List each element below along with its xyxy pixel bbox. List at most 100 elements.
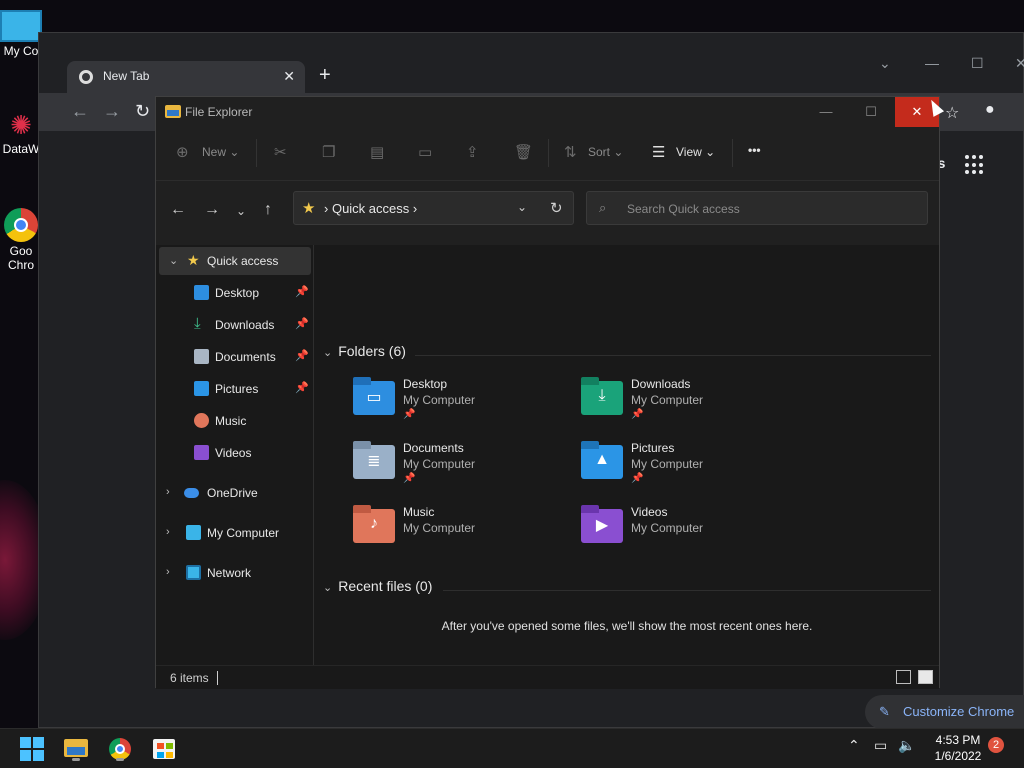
chrome-favicon-icon: [79, 70, 93, 84]
maximize-icon[interactable]: ☐: [849, 97, 893, 127]
copy-icon[interactable]: ❐: [322, 143, 338, 161]
chevron-down-icon[interactable]: ⌄: [169, 254, 178, 267]
pin-icon[interactable]: 📌: [295, 349, 309, 362]
recent-empty-message: After you've opened some files, we'll sh…: [441, 619, 813, 633]
taskbar-store[interactable]: [150, 735, 178, 763]
section-divider: [415, 355, 931, 356]
search-box[interactable]: ⌕ Search Quick access: [586, 191, 928, 225]
sidebar-item-documents[interactable]: Documents 📌: [156, 343, 312, 371]
volume-icon[interactable]: 🔈: [898, 737, 915, 754]
folders-section-header[interactable]: ⌄ Folders (6): [323, 343, 406, 359]
sidebar-item-desktop[interactable]: Desktop 📌: [156, 279, 312, 307]
network-icon[interactable]: ▭: [874, 737, 887, 754]
rename-icon[interactable]: ▭: [418, 143, 434, 161]
clock[interactable]: 4:53 PM 1/6/2022: [930, 732, 986, 764]
customize-chrome-button[interactable]: ✎ Customize Chrome: [865, 695, 1024, 729]
back-icon[interactable]: ←: [170, 201, 186, 219]
taskbar-file-explorer[interactable]: [62, 735, 90, 763]
chevron-right-icon[interactable]: ›: [166, 526, 170, 538]
tiles-view-icon[interactable]: [918, 670, 933, 684]
chevron-down-icon[interactable]: ⌄: [517, 200, 527, 214]
download-icon: ⤓: [194, 315, 201, 332]
minimize-icon[interactable]: —: [804, 97, 848, 127]
view-button[interactable]: View ⌄: [676, 145, 715, 159]
sidebar-item-onedrive[interactable]: › OneDrive: [156, 479, 312, 507]
breadcrumb[interactable]: › Quick access ›: [324, 201, 417, 216]
folder-tile-downloads[interactable]: ⤓ Downloads My Computer 📌: [581, 377, 791, 433]
sidebar-item-pictures[interactable]: Pictures 📌: [156, 375, 312, 403]
desktop-folder-icon: [194, 285, 209, 300]
new-tab-button[interactable]: +: [319, 64, 331, 87]
sort-icon[interactable]: ⇅: [564, 143, 580, 161]
apps-grid-icon[interactable]: [965, 155, 985, 175]
folder-tile-pictures[interactable]: ▲ Pictures My Computer 📌: [581, 441, 791, 497]
desktop-icon-datawrapper[interactable]: ✺ DataW: [0, 110, 42, 156]
chevron-down-icon[interactable]: ⌄: [879, 55, 891, 72]
address-bar[interactable]: ★ › Quick access › ⌄ ↻: [293, 191, 574, 225]
close-icon[interactable]: ✕: [1015, 55, 1024, 72]
monitor-icon: [0, 10, 42, 42]
profile-icon[interactable]: ●: [985, 101, 995, 119]
pin-icon[interactable]: 📌: [295, 317, 309, 330]
sidebar-label: Videos: [215, 446, 252, 460]
sidebar-item-my-computer[interactable]: › My Computer: [156, 519, 312, 547]
new-plus-icon[interactable]: ⊕: [176, 143, 192, 161]
pin-icon[interactable]: 📌: [295, 285, 309, 298]
share-icon[interactable]: ⇪: [466, 143, 482, 161]
folder-tile-music[interactable]: ♪ Music My Computer: [353, 505, 563, 561]
desktop-icon-label-2: Chro: [7, 258, 34, 272]
breadcrumb-label: Quick access: [331, 201, 410, 216]
reload-icon[interactable]: ↻: [135, 101, 150, 122]
running-indicator: [116, 758, 124, 761]
folder-name: Documents: [403, 441, 464, 455]
notification-badge[interactable]: 2: [988, 737, 1004, 753]
pin-icon[interactable]: 📌: [295, 381, 309, 394]
view-icon[interactable]: ☰: [652, 143, 668, 161]
desktop-icon-my-computer[interactable]: My Co: [0, 10, 42, 58]
sidebar-item-videos[interactable]: Videos: [156, 439, 312, 467]
desktop-icon-chrome[interactable]: Goo Chro: [0, 208, 42, 272]
up-icon[interactable]: ↑: [264, 201, 272, 219]
explorer-title-bar[interactable]: File Explorer — ☐ ✕: [156, 97, 939, 127]
details-view-icon[interactable]: [896, 670, 911, 684]
section-divider: [443, 590, 931, 591]
section-title: Folders (6): [338, 343, 406, 359]
taskbar-chrome[interactable]: [106, 735, 134, 763]
chevron-down-icon[interactable]: ⌄: [323, 347, 332, 359]
folder-tile-desktop[interactable]: ▭ Desktop My Computer 📌: [353, 377, 563, 433]
chrome-tab-title: New Tab: [103, 69, 150, 83]
forward-icon[interactable]: →: [103, 101, 121, 122]
sidebar-item-music[interactable]: Music: [156, 407, 312, 435]
maximize-icon[interactable]: ☐: [971, 55, 984, 72]
paste-icon[interactable]: ▤: [370, 143, 386, 161]
folder-tile-documents[interactable]: ≣ Documents My Computer 📌: [353, 441, 563, 497]
more-options-button[interactable]: •••: [748, 143, 761, 157]
section-title: Recent files (0): [338, 578, 433, 594]
forward-icon[interactable]: →: [204, 201, 220, 219]
search-input[interactable]: Search Quick access: [627, 202, 740, 216]
chrome-tab-new-tab[interactable]: New Tab ✕: [67, 61, 305, 93]
sidebar-item-quick-access[interactable]: ⌄ ★ Quick access: [159, 247, 311, 275]
store-icon: [153, 739, 175, 759]
back-icon[interactable]: ←: [71, 101, 89, 122]
folder-tile-videos[interactable]: ▶ Videos My Computer: [581, 505, 791, 561]
new-button[interactable]: New ⌄: [202, 145, 239, 159]
close-tab-icon[interactable]: ✕: [283, 68, 295, 85]
cut-icon[interactable]: ✂: [274, 143, 290, 161]
recent-locations-icon[interactable]: ⌄: [236, 204, 246, 218]
chevron-up-icon[interactable]: ⌃: [848, 737, 860, 754]
sidebar-item-downloads[interactable]: ⤓ Downloads 📌: [156, 311, 312, 339]
navigation-pane: ⌄ ★ Quick access Desktop 📌 ⤓ Downloads 📌…: [156, 245, 314, 665]
view-label: View: [676, 145, 702, 159]
bookmark-star-icon[interactable]: ☆: [945, 103, 959, 123]
start-button[interactable]: [20, 737, 44, 761]
recent-files-section-header[interactable]: ⌄ Recent files (0): [323, 578, 432, 594]
minimize-icon[interactable]: —: [925, 55, 939, 71]
chevron-right-icon[interactable]: ›: [166, 566, 170, 578]
sort-button[interactable]: Sort ⌄: [588, 145, 623, 159]
delete-icon[interactable]: 🗑: [514, 143, 533, 161]
sidebar-item-network[interactable]: › Network: [156, 559, 312, 587]
refresh-icon[interactable]: ↻: [550, 199, 563, 217]
chevron-down-icon[interactable]: ⌄: [323, 582, 332, 594]
chevron-right-icon[interactable]: ›: [166, 486, 170, 498]
